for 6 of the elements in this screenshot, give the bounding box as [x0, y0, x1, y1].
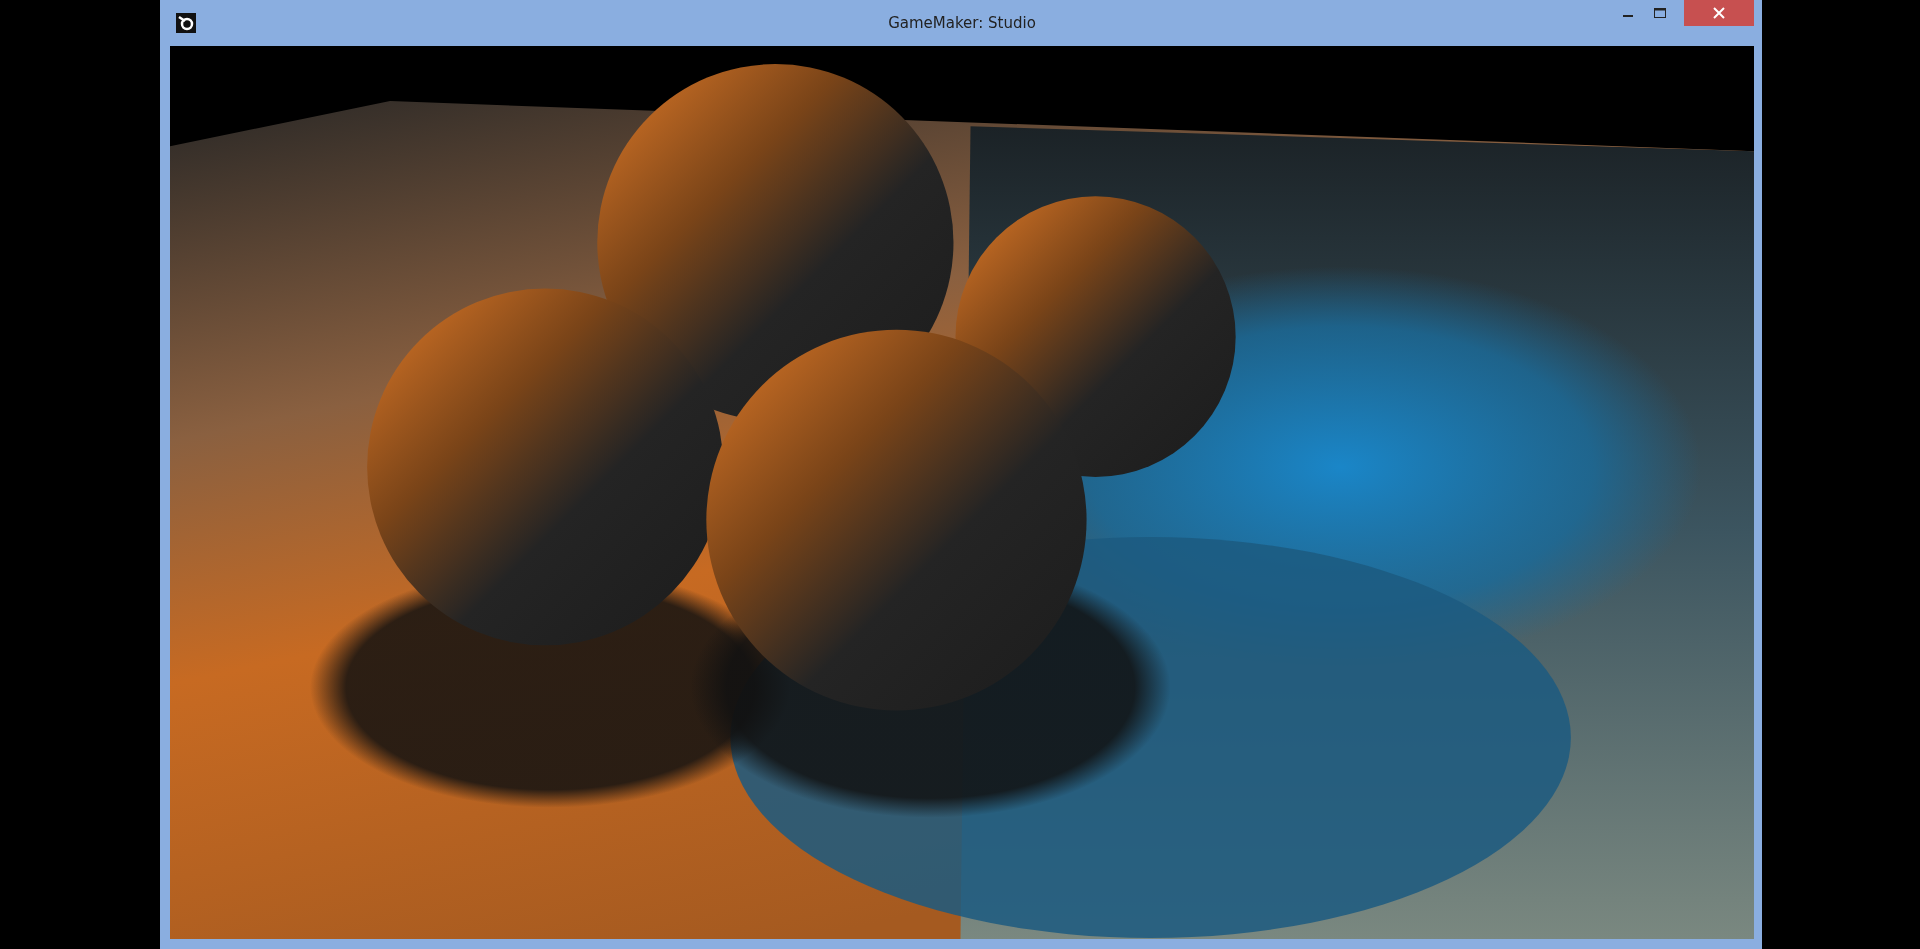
close-icon [1713, 7, 1725, 19]
maximize-icon [1654, 8, 1666, 18]
close-button[interactable] [1684, 0, 1754, 26]
app-logo-icon [176, 13, 196, 33]
window-title: GameMaker: Studio [888, 14, 1036, 32]
minimize-icon [1623, 15, 1633, 17]
